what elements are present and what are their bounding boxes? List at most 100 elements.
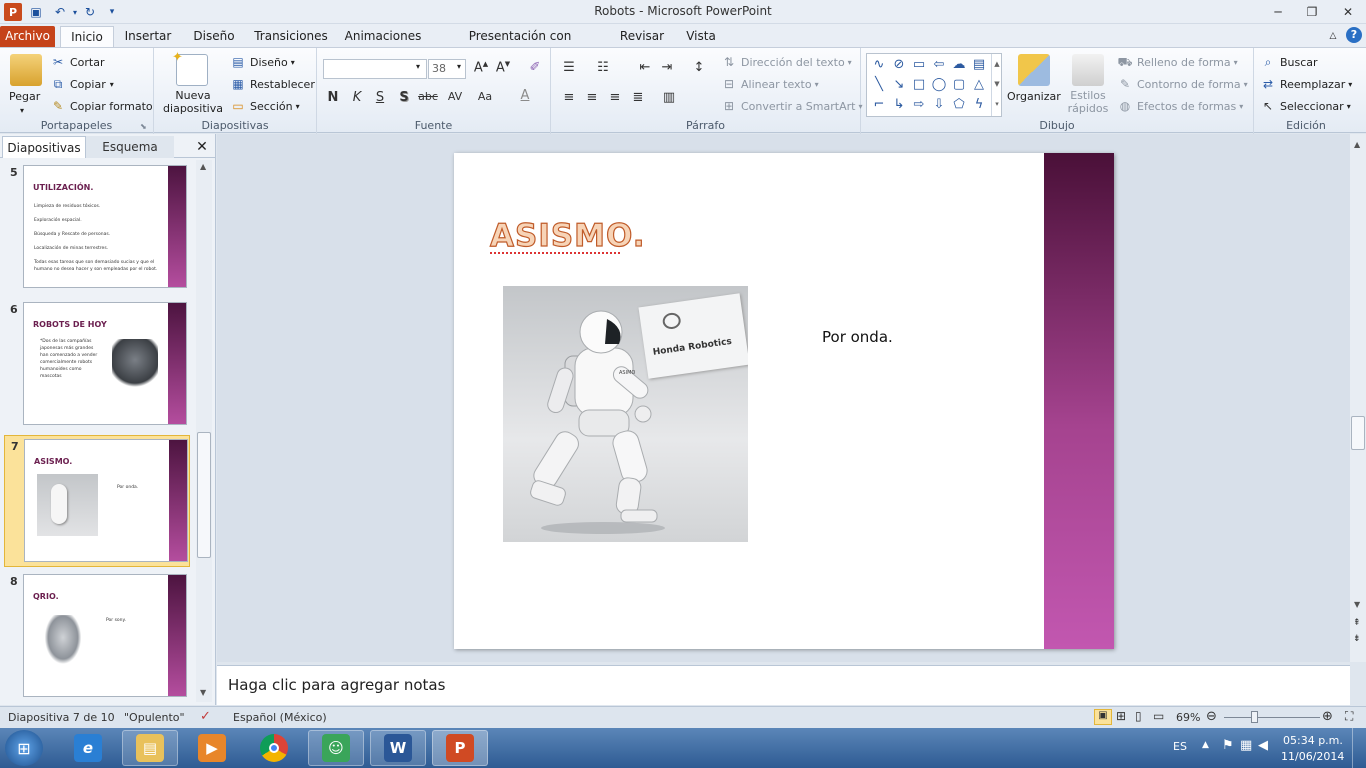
taskbar-messenger[interactable]: ☺ bbox=[308, 730, 364, 766]
font-size-dropdown-icon[interactable]: ▾ bbox=[457, 62, 461, 71]
shape-no-symbol-icon[interactable]: ⊘ bbox=[889, 56, 909, 74]
tab-diseno[interactable]: Diseño bbox=[188, 26, 240, 47]
clock-time[interactable]: 05:34 p.m. bbox=[1283, 734, 1343, 747]
paste-button[interactable]: Pegar bbox=[9, 90, 40, 103]
close-panel-icon[interactable]: ✕ bbox=[194, 136, 210, 158]
taskbar-chrome[interactable] bbox=[246, 730, 302, 766]
shape-triangle-icon[interactable]: △ bbox=[969, 76, 989, 94]
notes-pane[interactable]: Haga clic para agregar notas bbox=[217, 665, 1350, 705]
numbering-icon[interactable]: ☷ bbox=[593, 60, 613, 75]
text-direction-button[interactable]: ⇅ Dirección del texto ▾ bbox=[721, 54, 852, 70]
tab-insertar[interactable]: Insertar bbox=[121, 26, 175, 47]
taskbar-ie[interactable]: e bbox=[60, 730, 116, 766]
shapes-gallery-scroll[interactable]: ▲ ▼ ▾ bbox=[991, 54, 1002, 116]
start-button-icon[interactable]: ⊞ bbox=[5, 730, 43, 766]
language[interactable]: Español (México) bbox=[233, 711, 327, 724]
slides-panel-scrollbar[interactable]: ▲ ▼ bbox=[196, 160, 212, 702]
bullets-icon[interactable]: ☰ bbox=[559, 60, 579, 75]
minimize-ribbon-icon[interactable]: △ bbox=[1326, 26, 1340, 47]
italic-icon[interactable]: K bbox=[347, 90, 367, 105]
slide[interactable]: ASISMO. Honda Robotics ASIMO Por onda. bbox=[454, 153, 1114, 649]
font-color-icon[interactable]: A bbox=[515, 88, 535, 103]
close-icon[interactable]: ✕ bbox=[1334, 2, 1362, 22]
notes-placeholder[interactable]: Haga clic para agregar notas bbox=[228, 676, 445, 694]
volume-icon[interactable]: ◀ bbox=[1258, 738, 1268, 753]
shape-oval-icon[interactable]: ◯ bbox=[929, 76, 949, 94]
scroll-down-icon[interactable]: ▼ bbox=[1354, 600, 1360, 609]
show-hidden-icons-icon[interactable]: ▲ bbox=[1202, 740, 1209, 750]
shape-pentagon-icon[interactable]: ⬠ bbox=[949, 96, 969, 114]
shapes-gallery[interactable]: ∿ ⊘ ▭ ⇦ ☁ ▤ ╲ ↘ □ ◯ ▢ △ ⌐ ↳ ⇨ ⇩ ⬠ ϟ ▲ ▼ ▾ bbox=[866, 53, 1002, 117]
restore-icon[interactable]: ❐ bbox=[1298, 2, 1326, 22]
shrink-font-icon[interactable]: A▼ bbox=[493, 60, 513, 75]
slide-robot-picture[interactable]: Honda Robotics ASIMO bbox=[503, 286, 748, 542]
zoom-out-icon[interactable]: ⊖ bbox=[1206, 709, 1217, 724]
dialog-launcher-icon[interactable]: ⬊ bbox=[140, 122, 147, 131]
input-language[interactable]: ES bbox=[1173, 740, 1187, 753]
tab-revisar[interactable]: Revisar bbox=[616, 26, 668, 47]
redo-icon[interactable]: ↻ bbox=[81, 3, 99, 21]
quick-styles-icon[interactable] bbox=[1072, 54, 1104, 86]
tab-animaciones[interactable]: Animaciones bbox=[343, 26, 423, 47]
font-name-input[interactable] bbox=[323, 59, 427, 79]
slide-thumbnail-5[interactable]: 5 UTILIZACIÓN. Limpieza de residuos tóxi… bbox=[4, 162, 190, 292]
tab-slides[interactable]: Diapositivas bbox=[2, 136, 86, 158]
powerpoint-logo-icon[interactable]: P bbox=[4, 3, 22, 21]
smartart-button[interactable]: ⊞ Convertir a SmartArt ▾ bbox=[721, 98, 863, 114]
strikethrough-icon[interactable]: abc bbox=[418, 90, 438, 103]
zoom-level[interactable]: 69% bbox=[1176, 711, 1200, 724]
justify-icon[interactable]: ≣ bbox=[628, 90, 648, 105]
line-spacing-icon[interactable]: ↕ bbox=[689, 60, 709, 75]
shape-curve-icon[interactable]: ∿ bbox=[869, 56, 889, 74]
shape-line-icon[interactable]: ╲ bbox=[869, 76, 889, 94]
customize-qat-icon[interactable]: ▾ bbox=[103, 3, 121, 21]
arrange-button[interactable]: Organizar bbox=[1007, 90, 1061, 103]
help-icon[interactable]: ? bbox=[1346, 27, 1362, 43]
tab-inicio[interactable]: Inicio bbox=[60, 26, 114, 47]
slide-title[interactable]: ASISMO. bbox=[489, 217, 645, 254]
decrease-indent-icon[interactable]: ⇤ bbox=[635, 60, 655, 75]
underline-icon[interactable]: S bbox=[370, 90, 390, 105]
zoom-slider-track[interactable] bbox=[1224, 717, 1320, 718]
arrange-icon[interactable] bbox=[1018, 54, 1050, 86]
bold-icon[interactable]: N bbox=[323, 90, 343, 105]
columns-icon[interactable]: ▥ bbox=[659, 90, 679, 105]
slide-sorter-icon[interactable]: ⊞ bbox=[1116, 709, 1126, 723]
section-button[interactable]: ▭ Sección ▾ bbox=[230, 98, 299, 114]
fit-to-window-icon[interactable]: ⛶ bbox=[1345, 709, 1353, 724]
taskbar-word[interactable]: W bbox=[370, 730, 426, 766]
change-case-icon[interactable]: Aa bbox=[475, 90, 495, 103]
taskbar-explorer[interactable]: ▤ bbox=[122, 730, 178, 766]
shape-lightning-icon[interactable]: ϟ bbox=[969, 96, 989, 114]
slide-thumbnail-8[interactable]: 8 QRIO. Por sony. bbox=[4, 571, 190, 701]
shape-square-icon[interactable]: □ bbox=[909, 76, 929, 94]
cut-button[interactable]: ✂ Cortar bbox=[50, 54, 105, 70]
scroll-up-icon[interactable]: ▲ bbox=[200, 162, 206, 171]
shape-down-arrow-icon[interactable]: ⇩ bbox=[929, 96, 949, 114]
reading-view-icon[interactable]: ▯ bbox=[1135, 709, 1142, 723]
action-center-icon[interactable]: ⚑ bbox=[1222, 738, 1234, 753]
tab-outline[interactable]: Esquema bbox=[86, 136, 174, 158]
shape-arrow-line-icon[interactable]: ↘ bbox=[889, 76, 909, 94]
tab-vista[interactable]: Vista bbox=[682, 26, 720, 47]
scroll-thumb[interactable] bbox=[197, 432, 211, 558]
slide-scrollbar[interactable]: ▲ ▼ ⇞ ⇟ bbox=[1350, 134, 1366, 662]
shape-left-arrow-icon[interactable]: ⇦ bbox=[929, 56, 949, 74]
scroll-thumb[interactable] bbox=[1351, 416, 1365, 450]
taskbar-powerpoint[interactable]: P bbox=[432, 730, 488, 766]
save-icon[interactable]: ▣ bbox=[27, 3, 45, 21]
scroll-down-icon[interactable]: ▼ bbox=[200, 688, 206, 697]
shape-fill-button[interactable]: ⛟ Relleno de forma ▾ bbox=[1117, 54, 1237, 70]
shape-right-arrow-icon[interactable]: ⇨ bbox=[909, 96, 929, 114]
shape-outline-button[interactable]: ✎ Contorno de forma ▾ bbox=[1117, 76, 1248, 92]
paste-dropdown-icon[interactable]: ▾ bbox=[20, 106, 24, 115]
clock-date[interactable]: 11/06/2014 bbox=[1281, 750, 1344, 763]
new-slide-icon[interactable]: ✦ bbox=[172, 50, 208, 86]
char-spacing-icon[interactable]: AV bbox=[445, 90, 465, 103]
zoom-in-icon[interactable]: ⊕ bbox=[1322, 709, 1333, 724]
paste-icon[interactable] bbox=[10, 54, 42, 86]
tab-presentacion[interactable]: Presentación con diapositivas bbox=[437, 26, 603, 64]
scroll-up-icon[interactable]: ▲ bbox=[1354, 140, 1360, 149]
format-painter-button[interactable]: ✎ Copiar formato bbox=[50, 98, 153, 114]
shape-rounded-rect-icon[interactable]: ▢ bbox=[949, 76, 969, 94]
